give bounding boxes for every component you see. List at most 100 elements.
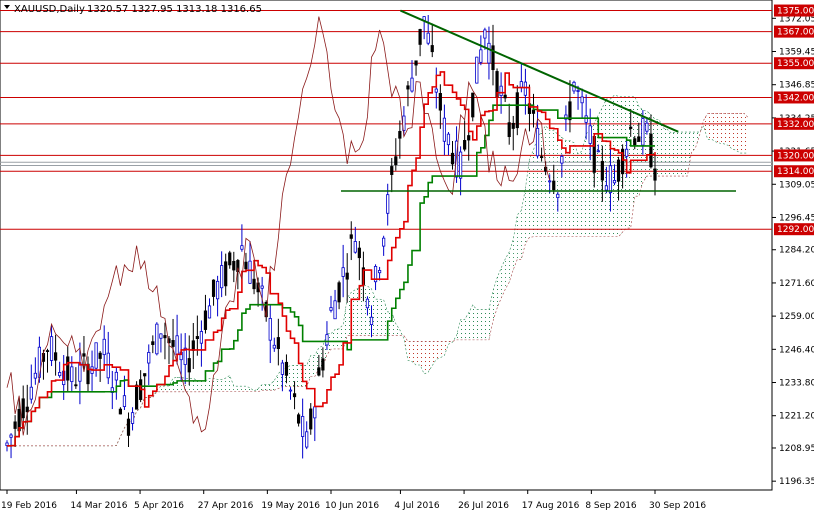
candle-body — [244, 261, 248, 270]
candle-body — [382, 237, 386, 247]
candle-body — [377, 270, 382, 274]
cloud-segment — [736, 113, 741, 154]
candle-body — [122, 395, 127, 407]
candle-body — [284, 361, 289, 376]
candle-body — [333, 300, 337, 320]
cloud-segment — [480, 309, 485, 340]
candle-body — [410, 77, 414, 92]
cloud-segment — [731, 113, 736, 151]
candle-body — [224, 261, 228, 287]
candle-body — [337, 282, 341, 303]
candle-body — [552, 180, 556, 191]
cloud-segment — [440, 341, 445, 358]
cloud-segment — [164, 385, 169, 392]
x-tick-label: 30 Sep 2016 — [649, 501, 706, 511]
candle-body — [21, 398, 25, 419]
cloud-segment — [655, 119, 660, 177]
cloud-segment — [711, 113, 716, 142]
candle-body — [386, 194, 390, 214]
candle-body — [345, 272, 349, 280]
candle-body — [159, 333, 163, 339]
level-badge-label: 1367.00 — [777, 28, 814, 38]
y-tick-label: 1233.80 — [779, 379, 814, 389]
candle-body — [535, 127, 540, 157]
x-tick-label: 19 Feb 2016 — [1, 501, 57, 511]
cloud-segment — [517, 210, 522, 260]
candle-body — [195, 336, 199, 340]
candle-body — [645, 122, 649, 132]
candle-body — [143, 373, 147, 377]
candle-body — [29, 386, 33, 400]
x-tick-label: 26 Jul 2016 — [458, 501, 509, 511]
candle-body — [600, 160, 604, 181]
candle-body — [272, 344, 276, 349]
candle-body — [580, 96, 584, 104]
candle-body — [313, 406, 317, 419]
candle-body — [203, 310, 208, 330]
candle-body — [608, 165, 613, 193]
cloud-segment — [237, 386, 242, 392]
y-tick-label: 1221.20 — [779, 412, 814, 422]
candle-body — [232, 260, 236, 271]
candle-body — [633, 138, 637, 146]
candle-body — [9, 434, 13, 438]
cloud-segment — [578, 151, 583, 237]
candle-body — [507, 122, 511, 138]
candle-body — [487, 42, 491, 64]
candle-body — [604, 185, 609, 191]
cloud-segment — [574, 142, 579, 237]
candle-body — [268, 318, 272, 341]
candle-body — [560, 155, 564, 164]
cloud-segment — [290, 365, 295, 387]
candle-body — [309, 408, 313, 430]
cloud-segment — [233, 386, 238, 392]
candle-body — [207, 305, 212, 319]
candle-body — [94, 342, 98, 369]
cloud-segment — [719, 113, 724, 144]
candle-body — [175, 335, 179, 355]
cloud-segment — [667, 129, 672, 177]
candle-body — [321, 358, 325, 371]
cloud-segment — [727, 113, 732, 149]
cloud-segment — [160, 385, 165, 392]
candle-body — [305, 431, 309, 448]
candle-body — [649, 133, 653, 168]
symbol-timeframe: XAUUSD,Daily — [14, 4, 85, 15]
level-badge-label: 1375.00 — [777, 7, 814, 17]
y-tick-label: 1359.45 — [779, 48, 814, 58]
cloud-segment — [407, 341, 412, 362]
candle-body — [568, 101, 572, 121]
cloud-segment — [335, 328, 340, 349]
candle-body — [450, 152, 455, 165]
candle-body — [228, 252, 232, 266]
candle-body — [54, 352, 58, 361]
price-axis: 1372.051359.451346.851334.251321.651309.… — [772, 14, 814, 487]
candle-body — [357, 247, 361, 259]
candle-body — [515, 92, 519, 129]
candle-body — [365, 298, 370, 309]
candle-body — [540, 156, 544, 159]
candle-body — [118, 408, 122, 415]
price-chart[interactable]: 1372.051359.451346.851334.251321.651309.… — [0, 0, 814, 514]
candle-body — [616, 159, 621, 182]
candle-body — [637, 136, 641, 142]
candle-body — [13, 421, 17, 429]
candle-body — [66, 356, 70, 381]
candle-body — [220, 265, 224, 289]
cloud-segment — [367, 286, 372, 336]
candle-body — [317, 367, 321, 376]
x-tick-label: 19 May 2016 — [261, 501, 320, 511]
candle-body — [211, 279, 216, 297]
candle-body — [114, 371, 118, 381]
candle-body — [171, 340, 175, 347]
candle-body — [369, 316, 374, 325]
candle-body — [98, 352, 102, 359]
x-tick-label: 5 Apr 2016 — [134, 501, 184, 511]
cloud-segment — [197, 380, 202, 392]
x-tick-label: 27 Apr 2016 — [198, 501, 254, 511]
candle-body — [491, 45, 495, 70]
candle-body — [576, 90, 580, 92]
candle-body — [442, 117, 447, 142]
cloud-segment — [460, 319, 465, 340]
candle-body — [479, 49, 483, 63]
